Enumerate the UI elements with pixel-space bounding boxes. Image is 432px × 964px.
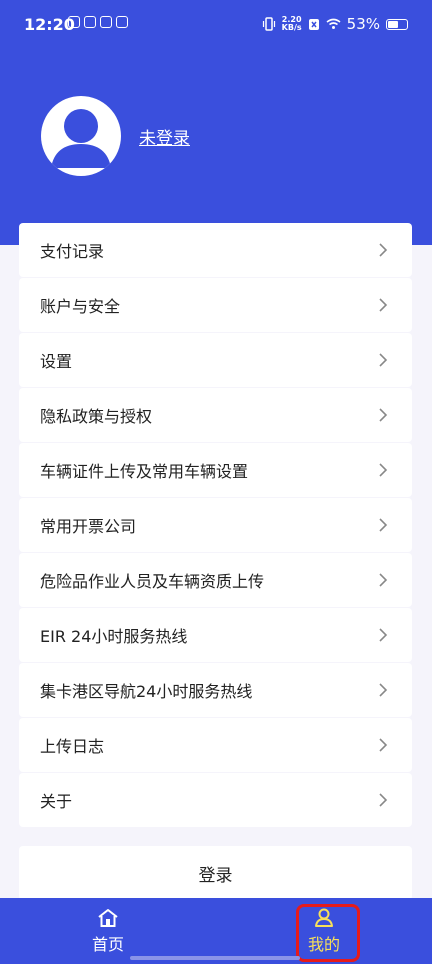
menu-item-port-navigation-hotline[interactable]: 集卡港区导航24小时服务热线	[19, 663, 412, 717]
menu-item-label: 关于	[40, 792, 73, 811]
notification-icon	[100, 16, 112, 28]
default-avatar-icon	[51, 109, 111, 168]
menu-item-payment-records[interactable]: 支付记录	[19, 223, 412, 277]
menu-item-label: 设置	[40, 352, 73, 371]
menu-item-vehicle-documents[interactable]: 车辆证件上传及常用车辆设置	[19, 443, 412, 497]
tab-home-label: 首页	[91, 934, 124, 954]
login-button[interactable]: 登录	[19, 846, 412, 900]
menu-item-label: 隐私政策与授权	[40, 407, 153, 426]
avatar[interactable]	[41, 96, 121, 176]
vibrate-icon	[262, 17, 275, 31]
menu-item-label: 危险品作业人员及车辆资质上传	[40, 572, 265, 591]
network-speed-unit: KB/s	[281, 23, 302, 32]
notification-icons	[68, 16, 128, 28]
menu-item-label: 账户与安全	[40, 297, 121, 316]
menu-item-eir-hotline[interactable]: EIR 24小时服务热线	[19, 608, 412, 662]
chevron-right-icon	[379, 353, 388, 367]
tab-highlight-box	[296, 904, 360, 962]
battery-icon	[386, 18, 408, 30]
gesture-bar	[130, 956, 300, 960]
menu-item-label: 集卡港区导航24小时服务热线	[40, 682, 253, 701]
menu-item-invoice-companies[interactable]: 常用开票公司	[19, 498, 412, 552]
menu-item-hazmat-upload[interactable]: 危险品作业人员及车辆资质上传	[19, 553, 412, 607]
menu-item-label: 支付记录	[40, 242, 105, 261]
chevron-right-icon	[379, 683, 388, 697]
network-speed: 2.20 KB/s	[282, 16, 302, 32]
chevron-right-icon	[379, 738, 388, 752]
notification-icon	[116, 16, 128, 28]
chevron-right-icon	[379, 298, 388, 312]
chevron-right-icon	[379, 408, 388, 422]
battery-percent: 53%	[346, 15, 380, 33]
wifi-icon	[326, 18, 341, 29]
bottom-tab-bar: 首页 我的	[0, 898, 432, 964]
menu-item-privacy[interactable]: 隐私政策与授权	[19, 388, 412, 442]
menu-item-account-security[interactable]: 账户与安全	[19, 278, 412, 332]
chevron-right-icon	[379, 463, 388, 477]
notification-icon	[68, 16, 80, 28]
no-sim-icon	[308, 18, 319, 30]
chevron-right-icon	[379, 793, 388, 807]
status-bar: 12:20 2.20 KB/s 53%	[0, 0, 432, 50]
menu-item-label: EIR 24小时服务热线	[40, 627, 188, 646]
chevron-right-icon	[379, 243, 388, 257]
menu-item-settings[interactable]: 设置	[19, 333, 412, 387]
chevron-right-icon	[379, 628, 388, 642]
menu-item-label: 常用开票公司	[40, 517, 137, 536]
menu-item-label: 上传日志	[40, 737, 105, 756]
menu-item-upload-logs[interactable]: 上传日志	[19, 718, 412, 772]
status-right: 2.20 KB/s 53%	[262, 15, 408, 33]
not-logged-in-link[interactable]: 未登录	[139, 124, 190, 149]
chevron-right-icon	[379, 518, 388, 532]
tab-home[interactable]: 首页	[48, 898, 168, 964]
settings-menu: 支付记录 账户与安全 设置 隐私政策与授权 车辆证件上传及常用车辆设置 常用开票…	[19, 223, 412, 828]
notification-icon	[84, 16, 96, 28]
menu-item-label: 车辆证件上传及常用车辆设置	[40, 462, 249, 481]
home-icon	[98, 908, 118, 927]
menu-item-about[interactable]: 关于	[19, 773, 412, 827]
chevron-right-icon	[379, 573, 388, 587]
